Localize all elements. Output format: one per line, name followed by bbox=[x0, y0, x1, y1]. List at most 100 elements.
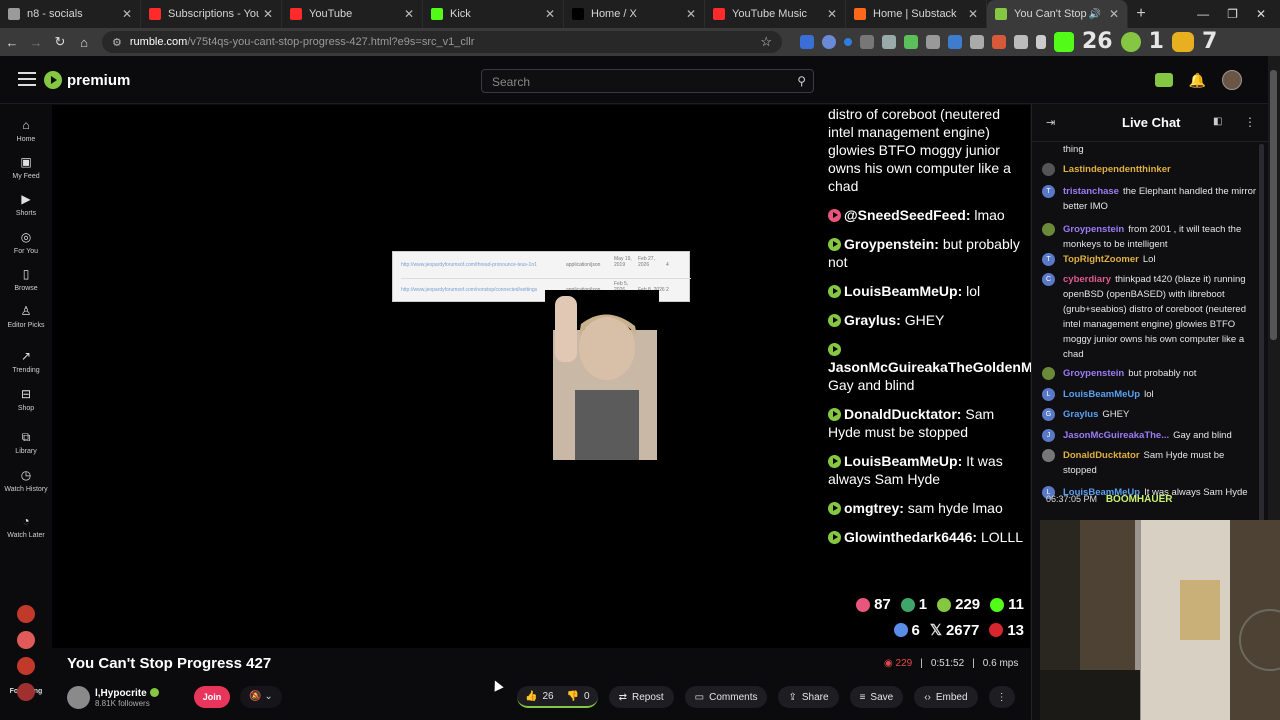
extension-icon[interactable] bbox=[904, 35, 918, 49]
sidebar-item[interactable]: ◔ Watch Later bbox=[0, 514, 52, 540]
extension-icon[interactable] bbox=[800, 35, 814, 49]
channel-info[interactable]: l,Hypocrite 8.81K followers bbox=[67, 686, 159, 709]
browser-tab[interactable]: Kick ✕ bbox=[423, 0, 564, 28]
join-button[interactable]: Join bbox=[194, 686, 230, 708]
kick-icon[interactable] bbox=[1054, 32, 1074, 52]
extension-icon[interactable] bbox=[948, 35, 962, 49]
search-icon[interactable]: ⚲ bbox=[797, 74, 806, 88]
sidebar-item[interactable]: ↗ Trending bbox=[0, 349, 52, 375]
minimize-icon[interactable]: — bbox=[1197, 7, 1209, 21]
chat-user-avatar[interactable] bbox=[1042, 367, 1055, 380]
site-info-icon[interactable]: ⚙ bbox=[112, 36, 122, 49]
chat-username[interactable]: cyberdiary bbox=[1063, 274, 1111, 285]
browser-tab[interactable]: Home | Substack ✕ bbox=[846, 0, 987, 28]
chat-username[interactable]: DonaldDucktator bbox=[1063, 450, 1140, 461]
chat-username[interactable]: JasonMcGuireakaThe... bbox=[1063, 430, 1169, 441]
close-tab-icon[interactable]: ✕ bbox=[968, 7, 978, 21]
home-icon[interactable]: ⌂ bbox=[72, 35, 96, 50]
sidebar-item[interactable]: ♙ Editor Picks bbox=[0, 304, 52, 330]
chat-username[interactable]: TopRightZoomer bbox=[1063, 254, 1139, 265]
video-player[interactable]: http://www.jeopardyforumsof.com/thread-p… bbox=[52, 105, 1054, 648]
sidebar-item[interactable]: ⊟ Shop bbox=[0, 387, 52, 413]
menu-hamburger-icon[interactable] bbox=[18, 72, 36, 86]
chat-user-avatar[interactable]: L bbox=[1042, 388, 1055, 401]
user-avatar[interactable] bbox=[1222, 70, 1242, 90]
back-icon[interactable]: ← bbox=[0, 35, 24, 50]
extension-icon[interactable] bbox=[844, 38, 852, 46]
chat-user-avatar[interactable] bbox=[1042, 223, 1055, 236]
page-scrollbar-thumb[interactable] bbox=[1270, 70, 1277, 340]
extensions-puzzle-icon[interactable] bbox=[1014, 35, 1028, 49]
chat-username[interactable]: Groypenstein bbox=[1063, 368, 1124, 379]
browser-tab[interactable]: Subscriptions - YouTube ✕ bbox=[141, 0, 282, 28]
close-tab-icon[interactable]: ✕ bbox=[545, 7, 555, 21]
save-button[interactable]: ≡ Save bbox=[849, 686, 904, 708]
chat-username[interactable]: Lastindependentthinker bbox=[1063, 164, 1171, 175]
sidebar-item[interactable]: ▣ My Feed bbox=[0, 155, 52, 181]
browser-tab[interactable]: Home / X ✕ bbox=[564, 0, 705, 28]
browser-tab[interactable]: YouTube Music ✕ bbox=[705, 0, 846, 28]
extension-icon[interactable] bbox=[822, 35, 836, 49]
chat-user-avatar[interactable]: G bbox=[1042, 408, 1055, 421]
browser-tab[interactable]: n8 - socials ✕ bbox=[0, 0, 141, 28]
notifications-bell-icon[interactable]: 🔔 bbox=[1189, 72, 1206, 89]
restore-icon[interactable]: ❐ bbox=[1227, 7, 1238, 21]
sidebar-item[interactable]: ◷ Watch History bbox=[0, 468, 52, 494]
browser-tab[interactable]: You Can't Stop Progre🔊 ✕ bbox=[987, 0, 1128, 28]
close-tab-icon[interactable]: ✕ bbox=[827, 7, 837, 21]
close-window-icon[interactable]: ✕ bbox=[1256, 7, 1266, 21]
chat-user-avatar[interactable] bbox=[1042, 163, 1055, 176]
rumble-icon[interactable] bbox=[1120, 32, 1141, 52]
extension-icon[interactable] bbox=[860, 35, 874, 49]
chat-user-avatar[interactable]: C bbox=[1042, 273, 1055, 286]
popout-chat-icon[interactable]: ◧ bbox=[1213, 116, 1222, 127]
goggles-icon[interactable] bbox=[1171, 32, 1194, 52]
sidebar-item[interactable]: ▯ Browse bbox=[0, 267, 52, 293]
chat-scrollbar[interactable] bbox=[1259, 144, 1264, 524]
extension-icon[interactable] bbox=[926, 35, 940, 49]
share-button[interactable]: ⇪ Share bbox=[778, 686, 839, 708]
close-tab-icon[interactable]: ✕ bbox=[122, 7, 132, 21]
chat-username[interactable]: Groypenstein bbox=[1063, 224, 1124, 235]
search-input[interactable]: Search ⚲ bbox=[481, 69, 814, 93]
tab-audio-icon[interactable]: 🔊 bbox=[1088, 9, 1100, 20]
reload-icon[interactable]: ↻ bbox=[48, 34, 72, 50]
bookmark-star-icon[interactable]: ☆ bbox=[760, 34, 772, 50]
sidebar-item[interactable]: ◎ For You bbox=[0, 230, 52, 256]
close-tab-icon[interactable]: ✕ bbox=[263, 7, 273, 21]
followed-channel-avatar[interactable] bbox=[17, 631, 35, 649]
chat-user-avatar[interactable]: T bbox=[1042, 253, 1055, 266]
chat-user-avatar[interactable]: J bbox=[1042, 429, 1055, 442]
chat-username[interactable]: tristanchase bbox=[1063, 186, 1119, 197]
chat-username[interactable]: LouisBeamMeUp bbox=[1063, 389, 1140, 400]
extension-icon[interactable] bbox=[970, 35, 984, 49]
collapse-chat-icon[interactable]: ⇥ bbox=[1046, 116, 1055, 129]
more-options-button[interactable]: ⋮ bbox=[988, 686, 1015, 708]
browser-tab[interactable]: YouTube ✕ bbox=[282, 0, 423, 28]
followed-channel-avatar[interactable] bbox=[17, 605, 35, 623]
go-live-icon[interactable] bbox=[1154, 73, 1173, 87]
repost-button[interactable]: ⇄ Repost bbox=[608, 686, 674, 708]
notification-toggle-button[interactable]: 🔕 ⌄ bbox=[240, 686, 282, 708]
embed-button[interactable]: ‹› Embed bbox=[914, 686, 978, 708]
chat-user-avatar[interactable]: T bbox=[1042, 185, 1055, 198]
url-field[interactable]: ⚙ rumble.com/v75t4qs-you-cant-stop-progr… bbox=[102, 31, 782, 53]
followed-channel-avatar[interactable] bbox=[17, 683, 35, 701]
comments-button[interactable]: ▭ Comments bbox=[684, 686, 768, 708]
chat-username[interactable]: Graylus bbox=[1063, 409, 1098, 420]
new-tab-icon[interactable]: + bbox=[1128, 0, 1154, 28]
thumbs-down-icon[interactable]: 👎 bbox=[567, 691, 579, 702]
close-tab-icon[interactable]: ✕ bbox=[686, 7, 696, 21]
close-tab-icon[interactable]: ✕ bbox=[404, 7, 414, 21]
close-tab-icon[interactable]: ✕ bbox=[1109, 7, 1119, 21]
forward-icon[interactable]: → bbox=[24, 35, 48, 50]
chat-menu-icon[interactable]: ⋮ bbox=[1244, 115, 1256, 129]
followed-channel-avatar[interactable] bbox=[17, 657, 35, 675]
extension-icon[interactable] bbox=[992, 35, 1006, 49]
extension-icon[interactable] bbox=[1036, 35, 1046, 49]
extension-icon[interactable] bbox=[882, 35, 896, 49]
channel-avatar[interactable] bbox=[67, 686, 90, 709]
sidebar-item[interactable]: ⌂ Home bbox=[0, 118, 52, 144]
chat-user-avatar[interactable] bbox=[1042, 449, 1055, 462]
sidebar-item[interactable]: ⧉ Library bbox=[0, 430, 52, 456]
